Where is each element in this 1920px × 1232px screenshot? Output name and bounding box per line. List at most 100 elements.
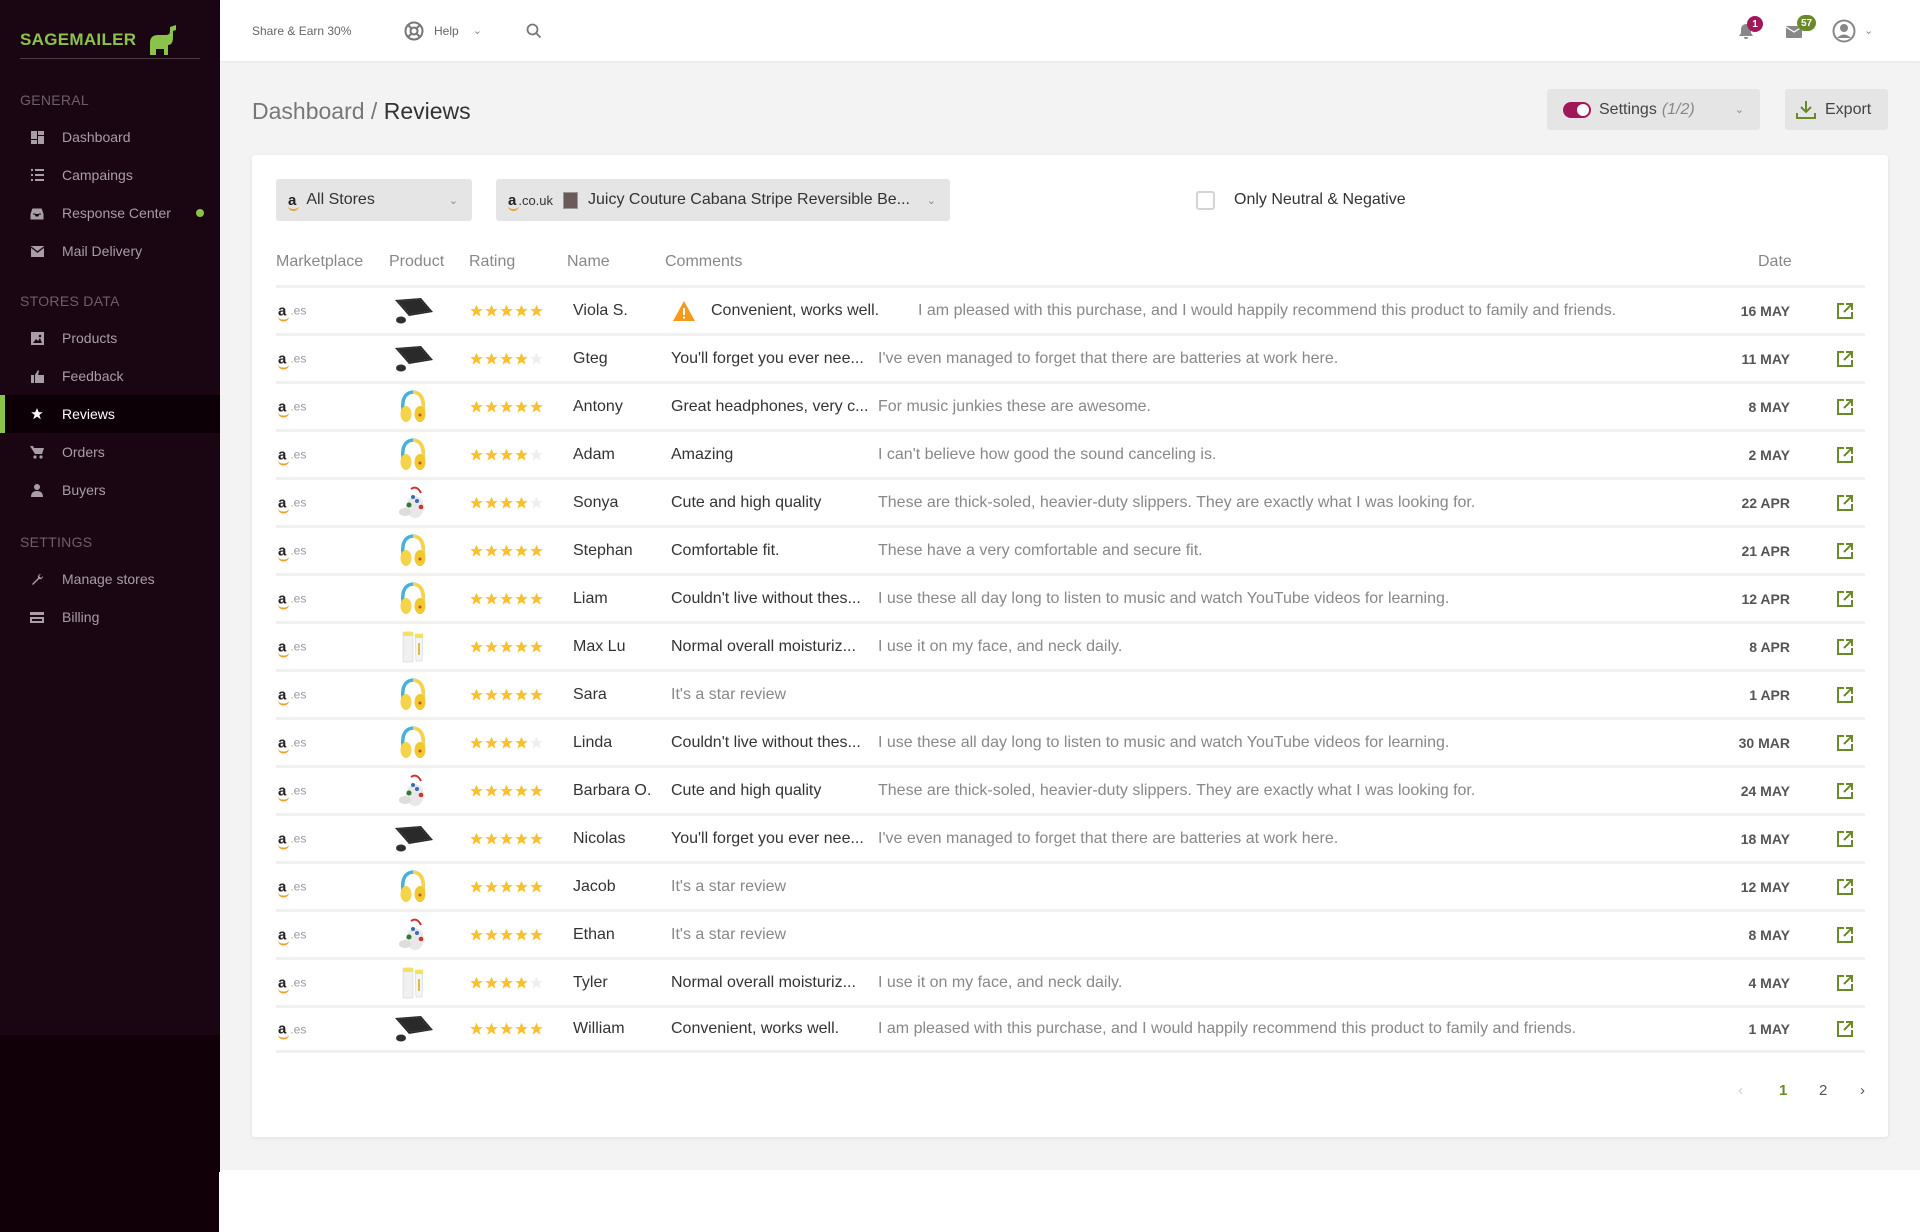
star-filled-icon xyxy=(485,544,498,557)
product-thumbnail-headphones[interactable] xyxy=(391,725,435,761)
table-row[interactable]: a .es Jacob It's a star review 12 MAY xyxy=(276,861,1865,909)
external-link-icon[interactable] xyxy=(1836,782,1854,800)
logo[interactable]: SAGEMAILER xyxy=(20,22,180,58)
sidebar-item-billing[interactable]: Billing xyxy=(0,598,220,636)
external-link-icon[interactable] xyxy=(1836,878,1854,896)
star-empty-icon xyxy=(530,976,543,989)
column-product[interactable]: Product xyxy=(389,253,444,271)
table-row[interactable]: a .es Adam Amazing I can't believe how good … xyxy=(276,429,1865,477)
table-row[interactable]: a .es William Convenient, works well. I am p… xyxy=(276,1005,1865,1053)
column-comments[interactable]: Comments xyxy=(665,253,742,271)
external-link-icon[interactable] xyxy=(1836,1020,1854,1038)
marketplace-cell: a .es xyxy=(278,447,306,465)
amazon-icon: a xyxy=(278,686,290,705)
product-thumbnail-keyboard[interactable] xyxy=(391,293,435,329)
table-row[interactable]: a .es Barbara O. Cute and high quality These… xyxy=(276,765,1865,813)
product-thumbnail-headphones[interactable] xyxy=(391,437,435,473)
external-link-icon[interactable] xyxy=(1836,398,1854,416)
settings-dropdown[interactable]: Settings (1/2) ⌄ xyxy=(1547,89,1760,130)
sidebar-item-feedback[interactable]: Feedback xyxy=(0,357,220,395)
product-thumbnail-keyboard[interactable] xyxy=(391,821,435,857)
table-row[interactable]: a .es Viola S. Convenient, works well. I am … xyxy=(276,285,1865,333)
product-thumbnail-cream[interactable] xyxy=(391,965,435,1001)
sidebar-item-campaings[interactable]: Campaings xyxy=(0,156,220,194)
table-row[interactable]: a .es Max Lu Normal overall moisturiz... I u… xyxy=(276,621,1865,669)
table-row[interactable]: a .es Gteg You'll forget you ever nee... I'v… xyxy=(276,333,1865,381)
notifications-button[interactable]: 1 xyxy=(1737,0,1763,61)
sidebar-item-mail-delivery[interactable]: Mail Delivery xyxy=(0,232,220,270)
only-neutral-negative-label[interactable]: Only Neutral & Negative xyxy=(1234,191,1406,209)
chevron-down-icon: ⌄ xyxy=(448,194,458,207)
table-row[interactable]: a .es Sonya Cute and high quality These are … xyxy=(276,477,1865,525)
amazon-icon: a xyxy=(278,1020,290,1040)
messages-button[interactable]: 57 xyxy=(1785,0,1817,61)
column-name[interactable]: Name xyxy=(567,253,610,271)
external-link-icon[interactable] xyxy=(1836,686,1854,704)
star-filled-icon xyxy=(470,832,483,845)
external-link-icon[interactable] xyxy=(1836,542,1854,560)
sidebar-item-buyers[interactable]: Buyers xyxy=(0,471,220,509)
export-button[interactable]: Export xyxy=(1785,89,1888,130)
table-row[interactable]: a .es Tyler Normal overall moisturiz... I us… xyxy=(276,957,1865,1005)
table-row[interactable]: a .es Liam Couldn't live without thes... I u… xyxy=(276,573,1865,621)
external-link-icon[interactable] xyxy=(1836,590,1854,608)
table-row[interactable]: a .es Sara It's a star review 1 APR xyxy=(276,669,1865,717)
table-row[interactable]: a .es Stephan Comfortable fit. These have a … xyxy=(276,525,1865,573)
product-thumbnail-headphones[interactable] xyxy=(391,389,435,425)
user-menu[interactable]: ⌄ xyxy=(1832,0,1873,61)
product-thumbnail-slippers[interactable] xyxy=(391,485,435,521)
table-row[interactable]: a .es Antony Great headphones, very c... For… xyxy=(276,381,1865,429)
product-thumbnail-slippers[interactable] xyxy=(391,773,435,809)
table-row[interactable]: a .es Nicolas You'll forget you ever nee...… xyxy=(276,813,1865,861)
product-select[interactable]: a .co.uk Juicy Couture Cabana Stripe Rev… xyxy=(496,179,950,221)
sidebar-item-orders[interactable]: Orders xyxy=(0,433,220,471)
pagination-page-1[interactable]: 1 xyxy=(1779,1082,1787,1099)
product-thumbnail-headphones[interactable] xyxy=(391,677,435,713)
product-thumbnail-keyboard[interactable] xyxy=(391,1011,435,1047)
column-date[interactable]: Date xyxy=(1758,253,1792,271)
product-thumbnail-cream[interactable] xyxy=(391,629,435,665)
pagination-next[interactable]: › xyxy=(1860,1082,1865,1099)
star-filled-icon xyxy=(530,544,543,557)
star-empty-icon xyxy=(530,736,543,749)
external-link-icon[interactable] xyxy=(1836,830,1854,848)
sidebar-item-response-center[interactable]: Response Center xyxy=(0,194,220,232)
table-row[interactable]: a .es Ethan It's a star review 8 MAY xyxy=(276,909,1865,957)
star-filled-icon xyxy=(485,352,498,365)
external-link-icon[interactable] xyxy=(1836,302,1854,320)
external-link-icon[interactable] xyxy=(1836,974,1854,992)
pagination-page-2[interactable]: 2 xyxy=(1819,1082,1827,1099)
product-thumbnail-headphones[interactable] xyxy=(391,581,435,617)
only-neutral-negative-checkbox[interactable] xyxy=(1196,191,1215,210)
marketplace-cell: a .es xyxy=(278,831,306,849)
external-link-icon[interactable] xyxy=(1836,446,1854,464)
search-button[interactable] xyxy=(526,0,542,61)
product-thumbnail-headphones[interactable] xyxy=(391,869,435,905)
share-earn-link[interactable]: Share & Earn 30% xyxy=(252,0,351,61)
messages-badge: 57 xyxy=(1797,15,1817,31)
sidebar-item-dashboard[interactable]: Dashboard xyxy=(0,118,220,156)
help-menu[interactable]: Help ⌄ xyxy=(404,0,482,61)
wrench-icon xyxy=(30,572,44,586)
sidebar-item-manage-stores[interactable]: Manage stores xyxy=(0,560,220,598)
reviewer-name: Sara xyxy=(573,685,607,703)
column-rating[interactable]: Rating xyxy=(469,253,515,271)
breadcrumb-dashboard[interactable]: Dashboard xyxy=(252,98,365,124)
external-link-icon[interactable] xyxy=(1836,926,1854,944)
external-link-icon[interactable] xyxy=(1836,734,1854,752)
product-thumbnail-slippers[interactable] xyxy=(391,917,435,953)
table-row[interactable]: a .es Linda Couldn't live without thes... I … xyxy=(276,717,1865,765)
external-link-icon[interactable] xyxy=(1836,494,1854,512)
pagination-prev[interactable]: ‹ xyxy=(1738,1082,1743,1099)
settings-toggle[interactable] xyxy=(1563,101,1591,118)
sidebar-item-reviews[interactable]: Reviews xyxy=(0,395,220,433)
store-select[interactable]: a All Stores ⌄ xyxy=(276,179,472,221)
star-filled-icon xyxy=(515,928,528,941)
external-link-icon[interactable] xyxy=(1836,638,1854,656)
product-thumbnail-headphones[interactable] xyxy=(391,533,435,569)
sidebar-item-products[interactable]: Products xyxy=(0,319,220,357)
external-link-icon[interactable] xyxy=(1836,350,1854,368)
product-thumbnail-keyboard[interactable] xyxy=(391,341,435,377)
column-marketplace[interactable]: Marketplace xyxy=(276,253,363,271)
review-date: 8 MAY xyxy=(1748,398,1790,415)
